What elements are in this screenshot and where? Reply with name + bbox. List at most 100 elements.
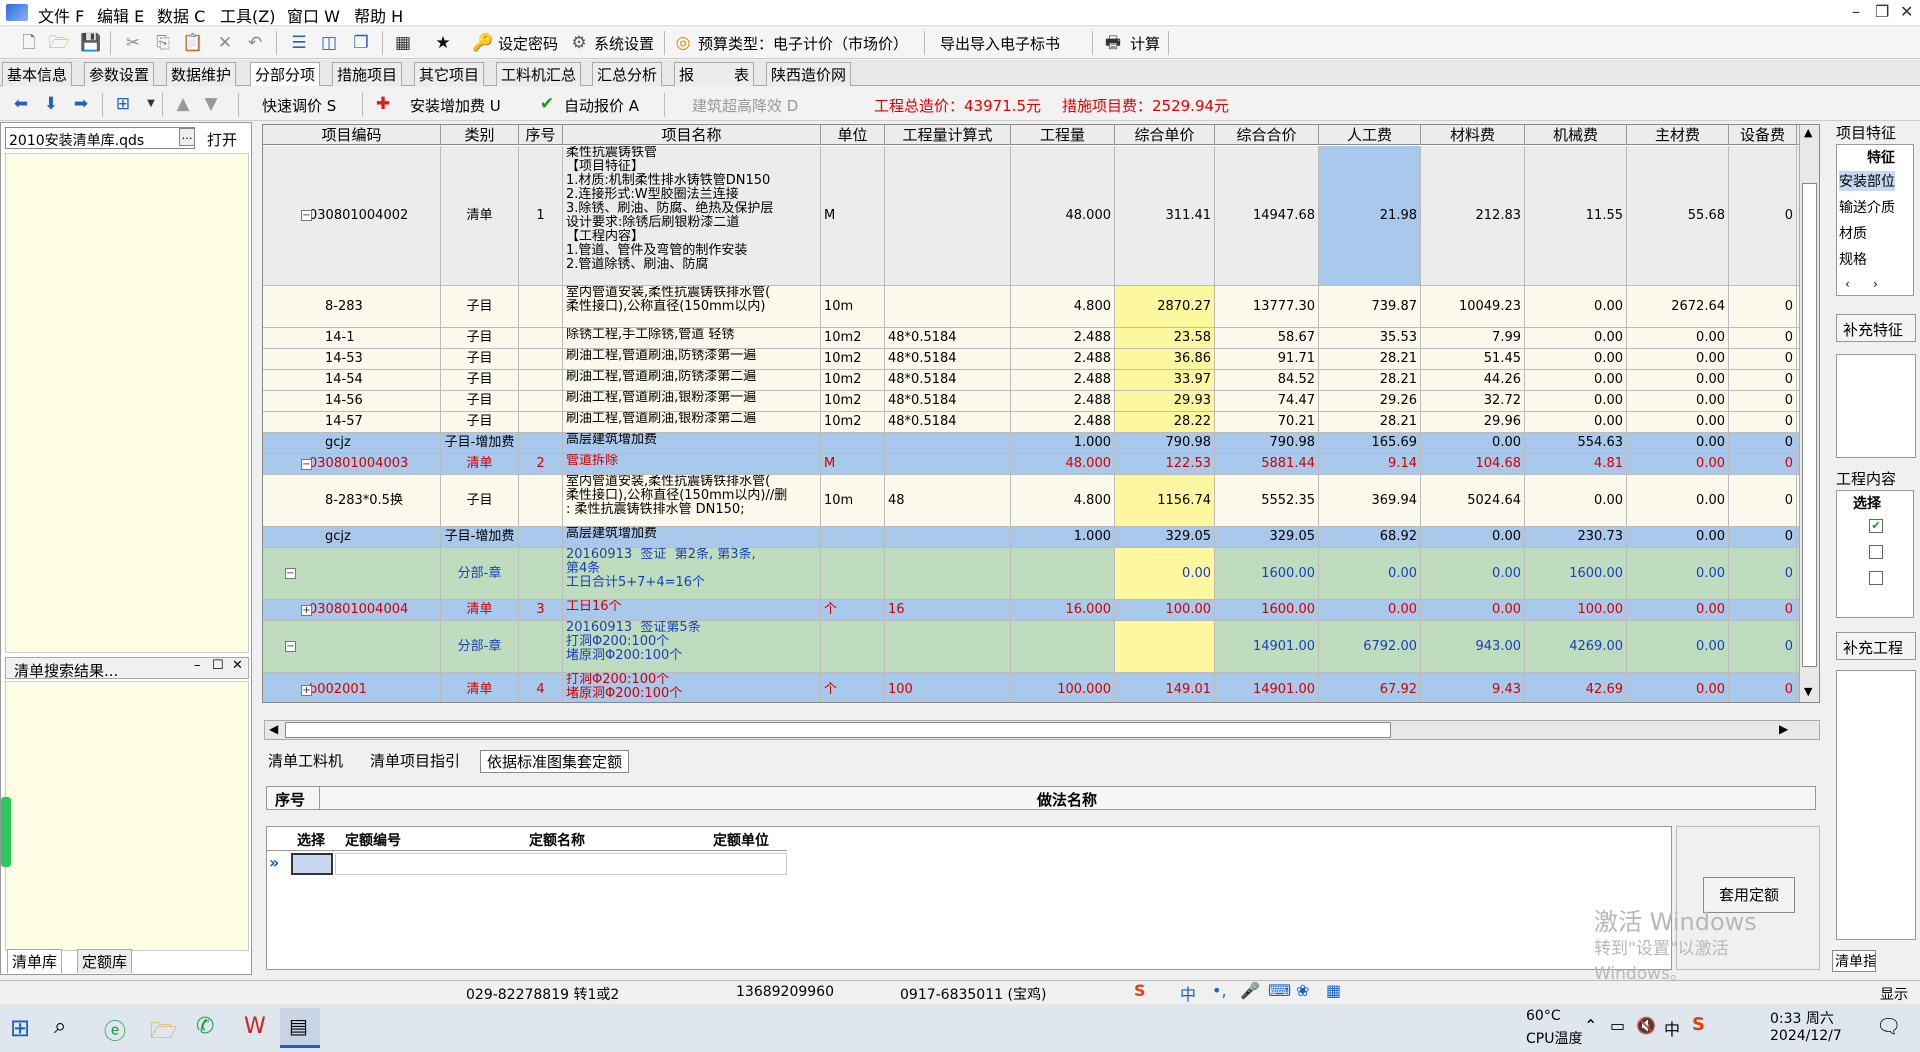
cell-qty[interactable]: 2.488: [1011, 328, 1115, 348]
cell-main-mat[interactable]: 2672.64: [1627, 286, 1729, 327]
menu-data[interactable]: 数据 C: [157, 3, 205, 27]
expand-icon[interactable]: +: [301, 604, 312, 616]
cell-labor[interactable]: 739.87: [1319, 286, 1421, 327]
microphone-icon[interactable]: 🎤: [1240, 981, 1260, 1000]
cell-seq[interactable]: [519, 548, 563, 599]
cell-formula[interactable]: 48: [885, 475, 1011, 526]
cell-code[interactable]: 030801004004: [263, 600, 441, 620]
display-button[interactable]: 显示: [1880, 984, 1908, 1004]
cell-name[interactable]: 20160913 签证第5条 打洞Φ200:100个 堵原洞Φ200:100个: [563, 621, 821, 672]
cell-equip[interactable]: 0: [1729, 370, 1797, 390]
file-explorer-icon[interactable]: 🗁: [150, 1014, 177, 1052]
table-row[interactable]: 分部-章 20160913 签证 第2条, 第3条, 第4条 工日合计5+7+4=…: [263, 548, 1799, 600]
cell-total[interactable]: 58.67: [1215, 328, 1319, 348]
cell-main-mat[interactable]: 0.00: [1627, 527, 1729, 547]
tab-basic-info[interactable]: 基本信息: [2, 62, 73, 86]
checkmark-icon[interactable]: ✔: [536, 93, 558, 115]
cell-type[interactable]: 子目: [441, 286, 519, 327]
cell-total[interactable]: 84.52: [1215, 370, 1319, 390]
auto-report-button[interactable]: 自动报价 A: [564, 95, 639, 116]
cell-labor[interactable]: 0.00: [1319, 600, 1421, 620]
cell-qty[interactable]: 4.800: [1011, 286, 1115, 327]
cell-type[interactable]: 子目-增加费: [441, 433, 519, 453]
cell-labor[interactable]: 369.94: [1319, 475, 1421, 526]
collapse-icon[interactable]: −: [301, 210, 312, 221]
cell-equip[interactable]: 0: [1729, 391, 1797, 411]
toolbox-icon[interactable]: ▦: [1326, 981, 1341, 1000]
cell-unit[interactable]: 个: [821, 600, 885, 620]
tab-measure-items[interactable]: 措施项目: [332, 62, 403, 86]
cell-qty[interactable]: 48.000: [1011, 454, 1115, 474]
cell-main-mat[interactable]: 0.00: [1627, 454, 1729, 474]
cell-labor[interactable]: 35.53: [1319, 328, 1421, 348]
cell-total[interactable]: 5881.44: [1215, 454, 1319, 474]
feature-item-material[interactable]: 材质: [1839, 223, 1867, 243]
cell-formula[interactable]: 48*0.5184: [885, 349, 1011, 369]
cell-code[interactable]: 14-1: [263, 328, 441, 348]
cell-material[interactable]: 212.83: [1421, 146, 1525, 285]
cell-formula[interactable]: [885, 454, 1011, 474]
menu-window[interactable]: 窗口 W: [287, 3, 340, 27]
cell-seq[interactable]: 1: [519, 146, 563, 285]
cell-name[interactable]: 刷油工程,管道刷油,银粉漆第一遍: [563, 391, 821, 411]
tab-division-items[interactable]: 分部分项: [250, 62, 321, 86]
cell-equip[interactable]: 0: [1729, 146, 1797, 285]
table-row[interactable]: 14-53 子目 刷油工程,管道刷油,防锈漆第一遍 10m2 48*0.5184 2.48…: [263, 349, 1799, 370]
cell-name[interactable]: 除锈工程,手工除锈,管道 轻锈: [563, 328, 821, 348]
library-browse-button[interactable]: …: [179, 128, 195, 146]
cell-machine[interactable]: 0.00: [1525, 391, 1627, 411]
cell-unit-price[interactable]: 33.97: [1115, 370, 1215, 390]
cell-unit-price[interactable]: 311.41: [1115, 146, 1215, 285]
cell-formula[interactable]: [885, 433, 1011, 453]
cell-unit[interactable]: [821, 621, 885, 672]
cell-seq[interactable]: [519, 286, 563, 327]
scroll-left-icon[interactable]: ◀: [269, 722, 278, 736]
undo-icon[interactable]: ↶: [244, 32, 266, 54]
cell-material[interactable]: 9.43: [1421, 673, 1525, 702]
tab-summary-analysis[interactable]: 汇总分析: [592, 62, 663, 86]
cell-formula[interactable]: 48*0.5184: [885, 328, 1011, 348]
cell-main-mat[interactable]: 0.00: [1627, 391, 1729, 411]
wechat-icon[interactable]: ✆: [196, 1014, 214, 1039]
close-icon[interactable]: ✕: [1900, 2, 1913, 21]
cell-unit[interactable]: 10m2: [821, 412, 885, 432]
col-header-main-mat[interactable]: 主材费: [1627, 125, 1729, 145]
cell-type[interactable]: 分部-章: [441, 621, 519, 672]
paste-icon[interactable]: 📋: [182, 32, 204, 54]
active-app-task[interactable]: ▤: [280, 1008, 320, 1048]
new-file-icon[interactable]: 🗋: [18, 32, 40, 54]
cell-type[interactable]: 分部-章: [441, 548, 519, 599]
cell-seq[interactable]: [519, 475, 563, 526]
cell-name[interactable]: 刷油工程,管道刷油,防锈漆第一遍: [563, 349, 821, 369]
cell-material[interactable]: 7.99: [1421, 328, 1525, 348]
open-folder-icon[interactable]: 🗁: [48, 32, 70, 54]
cell-material[interactable]: 10049.23: [1421, 286, 1525, 327]
cell-qty[interactable]: [1011, 621, 1115, 672]
move-up-icon[interactable]: ▲: [172, 93, 194, 115]
cell-total[interactable]: 5552.35: [1215, 475, 1319, 526]
cell-unit-price[interactable]: 0.00: [1115, 548, 1215, 599]
search-icon[interactable]: ⌕: [54, 1014, 66, 1039]
cell-unit[interactable]: 10m: [821, 286, 885, 327]
cell-name[interactable]: 20160913 签证 第2条, 第3条, 第4条 工日合计5+7+4=16个: [563, 548, 821, 599]
cell-equip[interactable]: 0: [1729, 454, 1797, 474]
table-row[interactable]: 8-283 子目 室内管道安装,柔性抗震铸铁排水管( 柔性接口),公称直径(150m…: [263, 286, 1799, 328]
cell-type[interactable]: 子目: [441, 328, 519, 348]
cell-main-mat[interactable]: 0.00: [1627, 548, 1729, 599]
copy-icon[interactable]: ⎘: [152, 32, 174, 54]
cell-formula[interactable]: [885, 146, 1011, 285]
cell-total[interactable]: 1600.00: [1215, 600, 1319, 620]
cell-formula[interactable]: 16: [885, 600, 1011, 620]
cell-name[interactable]: 柔性抗震铸铁管 【项目特征】 1.材质:机制柔性排水铸铁管DN150 2.连接形…: [563, 146, 821, 285]
cell-equip[interactable]: 0: [1729, 600, 1797, 620]
tree-dropdown-icon[interactable]: ▼: [140, 93, 162, 115]
cell-labor[interactable]: 21.98: [1319, 146, 1421, 285]
cell-material[interactable]: 943.00: [1421, 621, 1525, 672]
cell-machine[interactable]: 11.55: [1525, 146, 1627, 285]
cell-equip[interactable]: 0: [1729, 475, 1797, 526]
menu-help[interactable]: 帮助 H: [354, 3, 403, 27]
supplement-content-button[interactable]: 补充工程: [1836, 632, 1916, 660]
cell-total[interactable]: 91.71: [1215, 349, 1319, 369]
cell-unit-price[interactable]: 36.86: [1115, 349, 1215, 369]
cell-main-mat[interactable]: 0.00: [1627, 412, 1729, 432]
